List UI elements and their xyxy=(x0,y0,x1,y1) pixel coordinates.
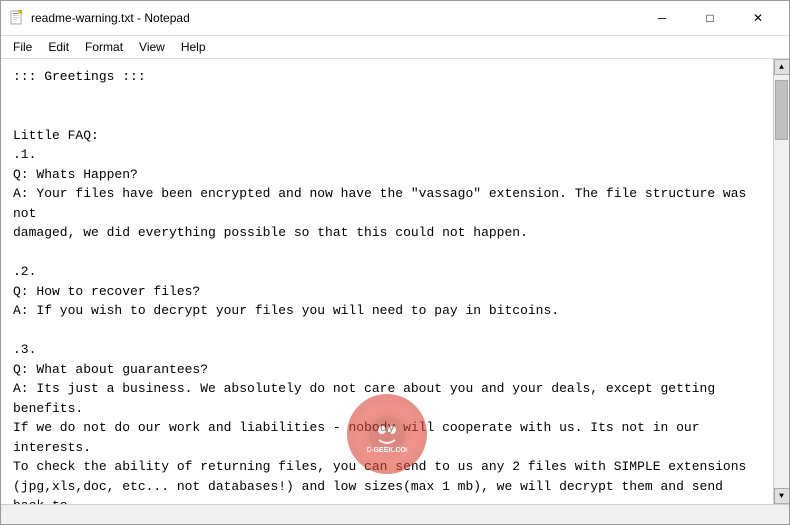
menu-format[interactable]: Format xyxy=(77,38,131,56)
scrollbar-track[interactable] xyxy=(774,75,789,488)
title-bar-left: readme-warning.txt - Notepad xyxy=(9,10,190,26)
window-title: readme-warning.txt - Notepad xyxy=(31,11,190,25)
scroll-down-button[interactable]: ▼ xyxy=(774,488,790,504)
menu-edit[interactable]: Edit xyxy=(40,38,77,56)
close-button[interactable]: ✕ xyxy=(735,7,781,29)
title-bar-controls: ─ □ ✕ xyxy=(639,7,781,29)
scrollbar-thumb[interactable] xyxy=(775,80,788,140)
menu-help[interactable]: Help xyxy=(173,38,214,56)
notepad-icon xyxy=(9,10,25,26)
editor-wrapper: ::: Greetings ::: Little FAQ: .1. Q: Wha… xyxy=(1,59,773,504)
title-bar: readme-warning.txt - Notepad ─ □ ✕ xyxy=(1,1,789,36)
notepad-window: readme-warning.txt - Notepad ─ □ ✕ File … xyxy=(0,0,790,525)
scrollbar[interactable]: ▲ ▼ xyxy=(773,59,789,504)
text-editor[interactable]: ::: Greetings ::: Little FAQ: .1. Q: Wha… xyxy=(1,59,773,504)
menu-file[interactable]: File xyxy=(5,38,40,56)
editor-area: ::: Greetings ::: Little FAQ: .1. Q: Wha… xyxy=(1,59,789,504)
menu-bar: File Edit Format View Help xyxy=(1,36,789,59)
minimize-button[interactable]: ─ xyxy=(639,7,685,29)
menu-view[interactable]: View xyxy=(131,38,173,56)
status-bar xyxy=(1,504,789,524)
maximize-button[interactable]: □ xyxy=(687,7,733,29)
scroll-up-button[interactable]: ▲ xyxy=(774,59,790,75)
